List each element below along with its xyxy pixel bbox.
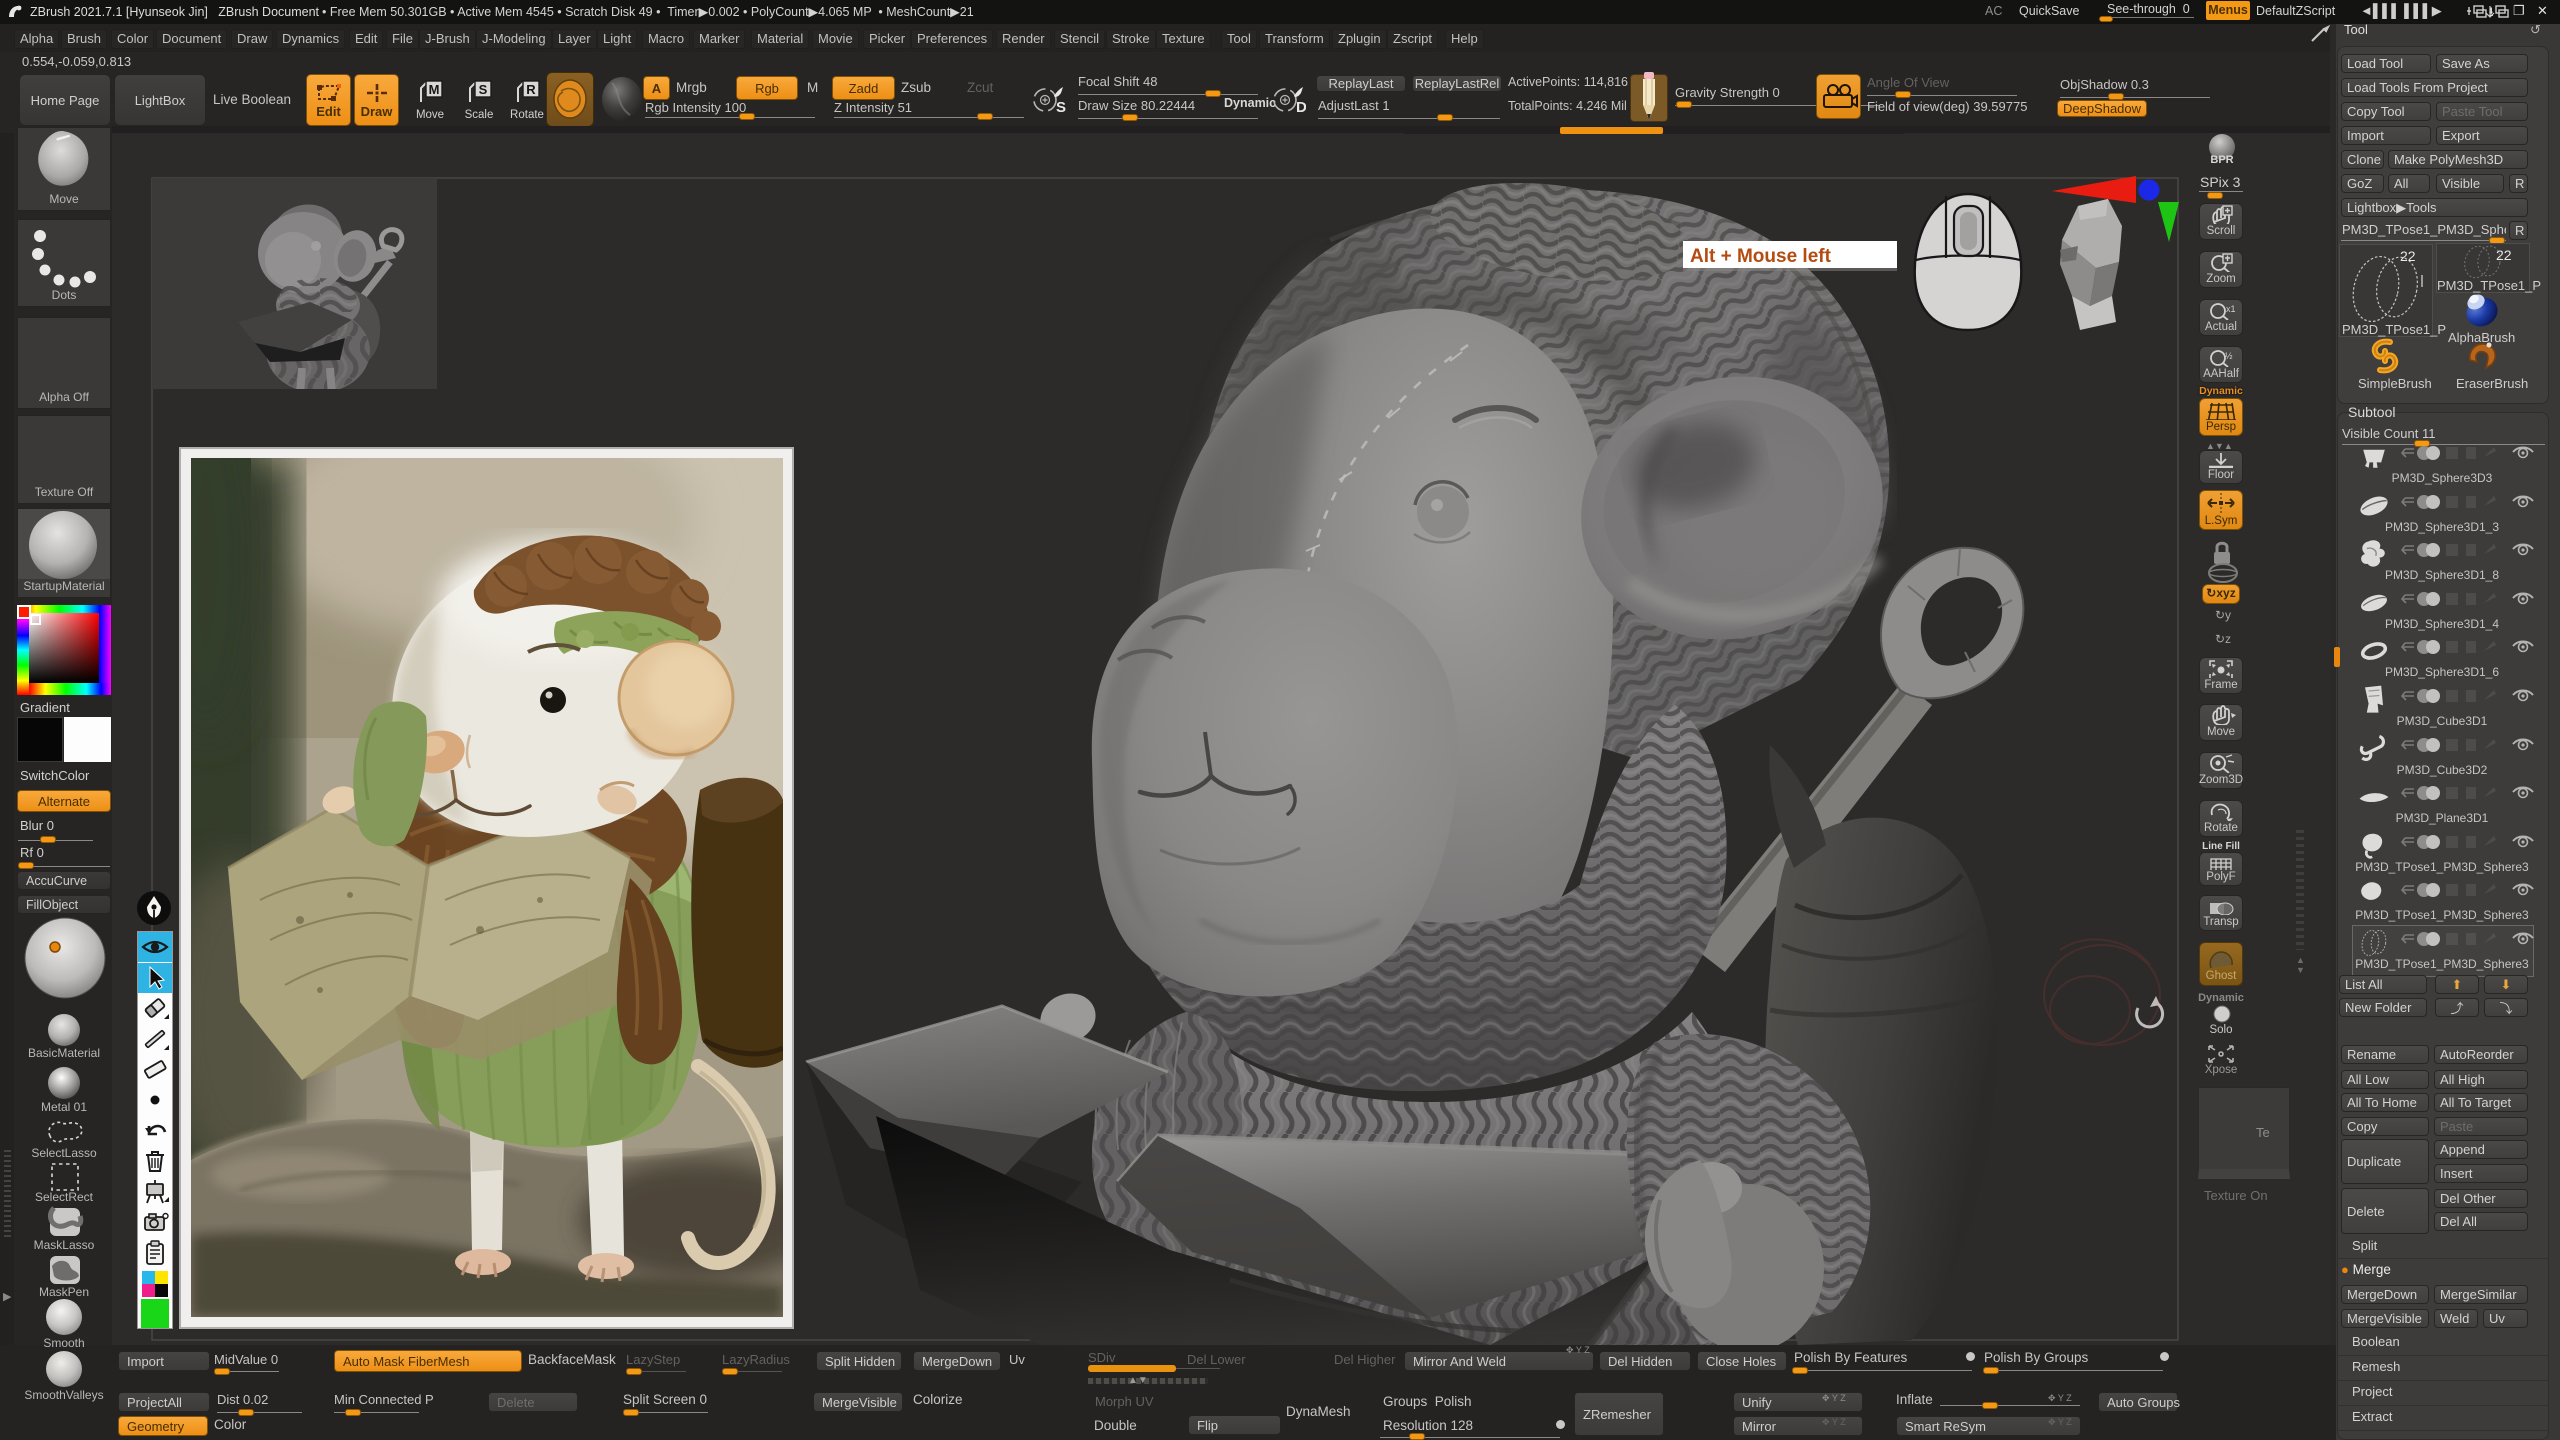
svg-text:S: S: [1056, 99, 1066, 116]
svg-text:Alt + Mouse left: Alt + Mouse left: [1690, 246, 1832, 267]
svg-text:M: M: [429, 82, 440, 97]
svg-text:R: R: [526, 82, 536, 97]
svg-text:S: S: [479, 82, 488, 97]
svg-text:D: D: [1296, 99, 1306, 116]
